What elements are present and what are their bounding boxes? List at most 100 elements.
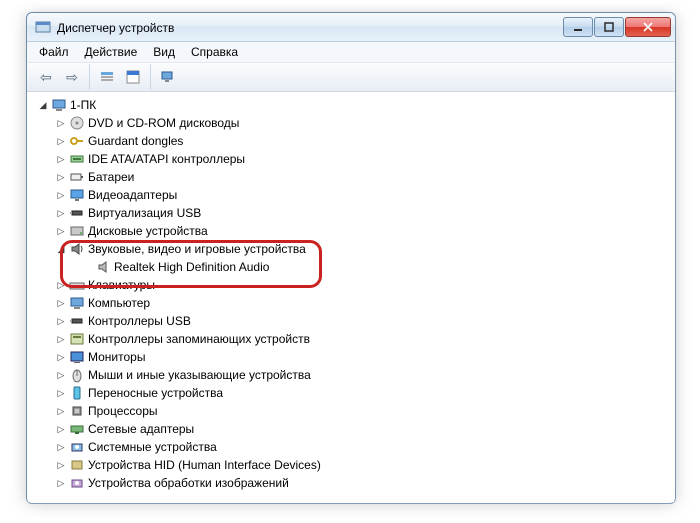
collapse-icon[interactable]: ◢ xyxy=(36,100,50,111)
mouse-icon xyxy=(68,367,86,383)
titlebar[interactable]: Диспетчер устройств xyxy=(27,13,675,42)
expand-icon[interactable]: ▷ xyxy=(54,352,68,363)
hid-icon xyxy=(68,457,86,473)
expand-icon[interactable]: ▷ xyxy=(54,136,68,147)
menu-file[interactable]: Файл xyxy=(31,43,77,61)
menu-help[interactable]: Справка xyxy=(183,43,246,61)
tree-item-label: Контроллеры USB xyxy=(86,314,191,328)
tree-item[interactable]: ▷ Клавиатуры xyxy=(32,276,672,294)
keyboard-icon xyxy=(68,277,86,293)
tree-item-label: Видеоадаптеры xyxy=(86,188,177,202)
tree-item-label: Компьютер xyxy=(86,296,150,310)
usb-icon xyxy=(68,313,86,329)
network-icon xyxy=(68,421,86,437)
tree-item-label: Клавиатуры xyxy=(86,278,155,292)
tree-item[interactable]: ▷ Контроллеры запоминающих устройств xyxy=(32,330,672,348)
expand-icon[interactable]: ▷ xyxy=(54,442,68,453)
expand-icon[interactable]: ▷ xyxy=(54,370,68,381)
expand-icon[interactable]: ▷ xyxy=(54,334,68,345)
tree-item-label: Системные устройства xyxy=(86,440,217,454)
tree-item[interactable]: ▷ Системные устройства xyxy=(32,438,672,456)
toolbar-details-button[interactable] xyxy=(95,65,119,89)
key-icon xyxy=(68,133,86,149)
window-title: Диспетчер устройств xyxy=(57,20,562,35)
expand-icon[interactable]: ▷ xyxy=(54,154,68,165)
tree-item[interactable]: ▷ IDE ATA/ATAPI контроллеры xyxy=(32,150,672,168)
tree-item-label: Дисковые устройства xyxy=(86,224,208,238)
close-button[interactable] xyxy=(625,17,671,37)
tree-item[interactable]: ▷ Дисковые устройства xyxy=(32,222,672,240)
expand-icon[interactable]: ▷ xyxy=(54,280,68,291)
menu-view[interactable]: Вид xyxy=(145,43,183,61)
sound-icon xyxy=(68,241,86,257)
tree-item[interactable]: ▷ Контроллеры USB xyxy=(32,312,672,330)
toolbar-help-button[interactable] xyxy=(121,65,145,89)
tree-item[interactable]: ▷Переносные устройства xyxy=(32,384,672,402)
tree-item[interactable]: ▷ Сетевые адаптеры xyxy=(32,420,672,438)
tree-item[interactable]: ▷Батареи xyxy=(32,168,672,186)
monitor-icon xyxy=(68,349,86,365)
ide-icon xyxy=(68,151,86,167)
tree-item[interactable]: ▷ Процессоры xyxy=(32,402,672,420)
tree-item-label: Процессоры xyxy=(86,404,158,418)
expand-icon[interactable]: ▷ xyxy=(54,316,68,327)
tree-item[interactable]: ▷ Устройства HID (Human Interface Devices… xyxy=(32,456,672,474)
battery-icon xyxy=(68,169,86,185)
nav-back-button[interactable]: ⇦ xyxy=(34,65,58,89)
tree-item-label: Виртуализация USB xyxy=(86,206,201,220)
expand-icon[interactable]: ▷ xyxy=(54,388,68,399)
computer-icon xyxy=(50,97,68,113)
tree-item[interactable]: ▷ DVD и CD-ROM дисководы xyxy=(32,114,672,132)
menu-action[interactable]: Действие xyxy=(77,43,146,61)
minimize-button[interactable] xyxy=(563,17,593,37)
tree-item[interactable]: ▷Мыши и иные указывающие устройства xyxy=(32,366,672,384)
tree-child-item[interactable]: Realtek High Definition Audio xyxy=(32,258,672,276)
expand-icon[interactable]: ▷ xyxy=(54,208,68,219)
cpu-icon xyxy=(68,403,86,419)
tree-child-label: Realtek High Definition Audio xyxy=(112,260,269,274)
expand-icon[interactable]: ▷ xyxy=(54,424,68,435)
expand-icon[interactable]: ▷ xyxy=(54,478,68,489)
tree-item-label: Guardant dongles xyxy=(86,134,183,148)
expand-icon[interactable]: ▷ xyxy=(54,460,68,471)
tree-item[interactable]: ▷ Компьютер xyxy=(32,294,672,312)
tree-item-label: Сетевые адаптеры xyxy=(86,422,194,436)
expand-icon[interactable]: ▷ xyxy=(54,172,68,183)
tree-item[interactable]: ▷ Устройства обработки изображений xyxy=(32,474,672,492)
toolbar-scan-button[interactable] xyxy=(156,65,180,89)
usb-icon xyxy=(68,205,86,221)
tree-item[interactable]: ▷Мониторы xyxy=(32,348,672,366)
disc-icon xyxy=(68,115,86,131)
maximize-button[interactable] xyxy=(594,17,624,37)
mobile-icon xyxy=(68,385,86,401)
system-icon xyxy=(68,439,86,455)
tree-item-label: IDE ATA/ATAPI контроллеры xyxy=(86,152,245,166)
tree-item[interactable]: ▷ Видеоадаптеры xyxy=(32,186,672,204)
drive-icon xyxy=(68,223,86,239)
storage-icon xyxy=(68,331,86,347)
tree-item[interactable]: ▷ Guardant dongles xyxy=(32,132,672,150)
collapse-icon[interactable]: ◢ xyxy=(54,244,68,255)
tree-item-label: Звуковые, видео и игровые устройства xyxy=(86,242,306,256)
tree-item[interactable]: ▷ Виртуализация USB xyxy=(32,204,672,222)
device-manager-window: Диспетчер устройств Файл Действие Вид Сп… xyxy=(26,12,676,504)
expand-icon[interactable]: ▷ xyxy=(54,118,68,129)
speaker-icon xyxy=(94,259,112,275)
nav-forward-button[interactable]: ⇨ xyxy=(60,65,84,89)
toolbar: ⇦ ⇨ xyxy=(27,63,675,92)
app-icon xyxy=(35,19,51,35)
expand-icon[interactable]: ▷ xyxy=(54,226,68,237)
tree-item-label: Устройства обработки изображений xyxy=(86,476,289,490)
tree-item-label: Устройства HID (Human Interface Devices) xyxy=(86,458,321,472)
imaging-icon xyxy=(68,475,86,491)
tree-root-label: 1-ПК xyxy=(68,98,96,112)
expand-icon[interactable]: ▷ xyxy=(54,406,68,417)
expand-icon[interactable]: ▷ xyxy=(54,190,68,201)
tree-item[interactable]: ◢ Звуковые, видео и игровые устройства xyxy=(32,240,672,258)
tree-root[interactable]: ◢ 1-ПК xyxy=(32,96,672,114)
device-tree[interactable]: ◢1-ПК▷DVD и CD-ROM дисководы▷Guardant do… xyxy=(28,92,674,502)
tree-item-label: DVD и CD-ROM дисководы xyxy=(86,116,239,130)
tree-item-label: Контроллеры запоминающих устройств xyxy=(86,332,310,346)
display-icon xyxy=(68,187,86,203)
expand-icon[interactable]: ▷ xyxy=(54,298,68,309)
